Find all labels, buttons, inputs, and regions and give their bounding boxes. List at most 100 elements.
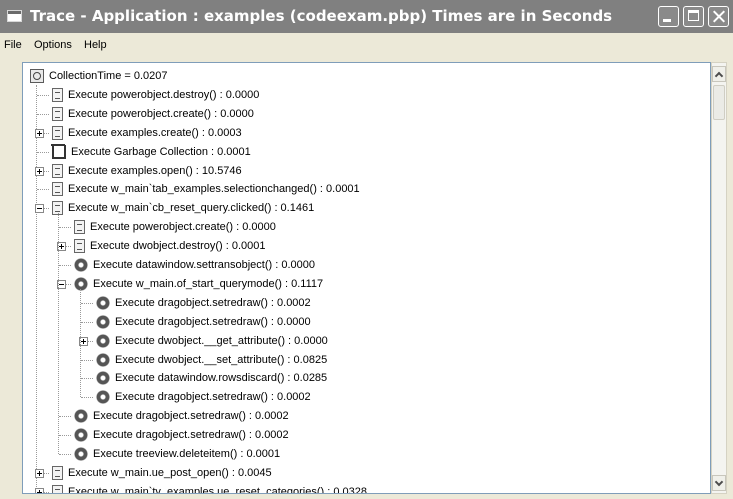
tree-connector — [80, 288, 81, 398]
tree-row[interactable]: Execute Garbage Collection : 0.0001 — [51, 143, 251, 161]
tree-row[interactable]: Execute w_main`tab_examples.selectioncha… — [52, 180, 360, 198]
window-title: Trace - Application : examples (codeexam… — [30, 7, 613, 25]
tree-row-label: Execute examples.open() : 10.5746 — [68, 164, 242, 177]
scroll-thumb[interactable] — [713, 85, 725, 120]
tree-connector — [59, 435, 71, 437]
app-window-icon — [7, 10, 22, 22]
expand-plus-icon[interactable] — [35, 468, 44, 478]
tree-connector — [59, 265, 71, 266]
doc-icon — [74, 220, 85, 235]
tree-connector — [81, 378, 93, 380]
tree-row[interactable]: Execute dwobject.destroy() : 0.0001 — [74, 237, 265, 255]
maximize-button[interactable] — [683, 6, 704, 27]
tree-row-label: Execute w_main`tv_examples.ue_reset_cate… — [68, 485, 367, 494]
tree-row-label: Execute dragobject.setredraw() : 0.0002 — [93, 429, 289, 442]
vertical-scrollbar[interactable] — [711, 62, 727, 494]
tree-row[interactable]: Execute powerobject.create() : 0.0000 — [52, 105, 254, 123]
tree-root-row[interactable]: CollectionTime = 0.0207 — [30, 67, 168, 85]
tree-row-label: Execute dwobject.destroy() : 0.0001 — [90, 240, 266, 253]
menu-file[interactable]: File — [4, 39, 22, 51]
tree-connector — [81, 302, 93, 304]
tree-row[interactable]: Execute powerobject.create() : 0.0000 — [74, 218, 276, 236]
scroll-up-button[interactable] — [712, 66, 726, 82]
expand-plus-icon[interactable] — [35, 166, 44, 176]
gear-icon — [96, 390, 110, 405]
trace-window: Trace - Application : examples (codeexam… — [0, 0, 733, 499]
trace-tree-view[interactable]: CollectionTime = 0.0207 Execute powerobje… — [22, 62, 711, 494]
tree-row-label: Execute Garbage Collection : 0.0001 — [71, 145, 251, 158]
expand-plus-icon[interactable] — [35, 128, 44, 138]
doc-icon — [52, 484, 63, 493]
tree-connector — [36, 85, 37, 493]
gear-icon — [96, 295, 110, 310]
tree-row[interactable]: Execute datawindow.rowsdiscard() : 0.028… — [96, 369, 327, 387]
trash-icon — [51, 143, 66, 159]
tree-row[interactable]: Execute dragobject.setredraw() : 0.0002 — [74, 407, 289, 425]
tree-row[interactable]: Execute w_main`cb_reset_query.clicked() … — [52, 199, 314, 217]
tree-row[interactable]: Execute powerobject.destroy() : 0.0000 — [52, 86, 259, 104]
tree-row[interactable]: Execute dragobject.setredraw() : 0.0002 — [96, 294, 311, 312]
doc-icon — [52, 182, 63, 197]
tree-row-label: Execute examples.create() : 0.0003 — [68, 126, 242, 139]
stopwatch-icon — [30, 69, 44, 83]
tree-row-label: Execute datawindow.settransobject() : 0.… — [93, 259, 315, 271]
doc-icon — [52, 87, 63, 102]
doc-icon — [52, 163, 63, 178]
gear-icon — [74, 428, 88, 443]
doc-icon — [52, 106, 63, 121]
tree-row-label: Execute w_main.of_start_querymode() : 0.… — [93, 277, 324, 290]
tree-row[interactable]: Execute w_main.of_start_querymode() : 0.… — [74, 275, 323, 293]
tree-connector — [81, 321, 93, 323]
minimize-button[interactable] — [658, 6, 679, 27]
tree-row-label: Execute datawindow.rowsdiscard() : 0.028… — [115, 372, 328, 385]
tree-row[interactable]: Execute dragobject.setredraw() : 0.0002 — [74, 426, 289, 444]
gear-icon — [96, 333, 110, 348]
collapse-minus-icon[interactable] — [35, 204, 44, 214]
doc-icon — [52, 465, 63, 480]
tree-connector — [37, 189, 49, 191]
close-button[interactable] — [708, 6, 729, 27]
tree-connector — [81, 397, 93, 399]
tree-connector — [59, 416, 71, 418]
tree-row[interactable]: Execute dragobject.setredraw() : 0.0002 — [96, 388, 311, 406]
gear-icon — [74, 258, 88, 272]
tree-row[interactable]: Execute datawindow.settransobject() : 0.… — [74, 256, 315, 274]
gear-icon — [96, 352, 110, 367]
doc-icon — [52, 125, 63, 140]
tree-row-label: Execute treeview.deleteitem() : 0.0001 — [93, 448, 281, 460]
tree-connector — [81, 359, 93, 361]
tree-connector — [37, 94, 49, 96]
tree-row-label: Execute dwobject.__get_attribute() : 0.0… — [115, 334, 328, 347]
tree-row-label: Execute powerobject.create() : 0.0000 — [68, 107, 254, 120]
expand-plus-icon[interactable] — [35, 487, 44, 493]
tree-row-label: Execute w_main`cb_reset_query.clicked() … — [68, 202, 315, 215]
menu-help[interactable]: Help — [84, 39, 107, 51]
tree-row-label: Execute dragobject.setredraw() : 0.0002 — [115, 296, 311, 309]
menu-options[interactable]: Options — [34, 39, 72, 51]
tree-row[interactable]: Execute dwobject.__set_attribute() : 0.0… — [96, 351, 327, 369]
title-bar[interactable]: Trace - Application : examples (codeexam… — [0, 0, 733, 33]
tree-row-label: Execute dragobject.setredraw() : 0.0002 — [93, 410, 289, 423]
tree-row[interactable]: Execute dragobject.setredraw() : 0.0000 — [96, 313, 311, 331]
tree-connector — [59, 227, 71, 229]
tree-row[interactable]: Execute treeview.deleteitem() : 0.0001 — [74, 445, 280, 463]
gear-icon — [74, 409, 88, 424]
tree-row[interactable]: Execute examples.create() : 0.0003 — [52, 124, 242, 142]
tree-row[interactable]: Execute w_main`tv_examples.ue_reset_cate… — [52, 483, 367, 494]
tree-row-label: Execute dragobject.setredraw() : 0.0000 — [115, 315, 311, 328]
tree-row-label: Execute w_main`tab_examples.selectioncha… — [68, 183, 360, 196]
gear-icon — [96, 371, 110, 386]
tree-connector — [58, 213, 59, 454]
tree-row-label: Execute powerobject.create() : 0.0000 — [90, 221, 276, 234]
tree-row[interactable]: Execute dwobject.__get_attribute() : 0.0… — [96, 332, 328, 350]
scroll-down-button[interactable] — [712, 475, 726, 491]
tree-row-label: Execute powerobject.destroy() : 0.0000 — [68, 88, 260, 101]
tree-row-label: Execute dwobject.__set_attribute() : 0.0… — [115, 353, 328, 366]
tree-root-label: CollectionTime = 0.0207 — [49, 70, 168, 82]
tree-row[interactable]: Execute examples.open() : 10.5746 — [52, 162, 242, 180]
tree-row-label: Execute w_main.ue_post_open() : 0.0045 — [68, 466, 272, 479]
tree-row[interactable]: Execute w_main.ue_post_open() : 0.0045 — [52, 464, 272, 482]
gear-icon — [74, 447, 88, 461]
tree-row-label: Execute dragobject.setredraw() : 0.0002 — [115, 391, 311, 404]
gear-icon — [74, 276, 88, 291]
